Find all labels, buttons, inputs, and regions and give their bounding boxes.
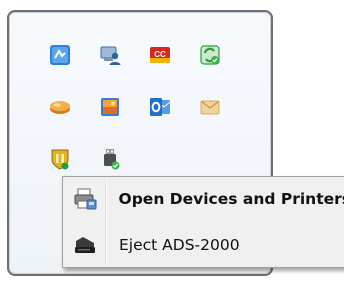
outlook-icon[interactable]	[147, 94, 173, 120]
orange-disk-icon[interactable]	[47, 94, 73, 120]
menu-item-label: Open Devices and Printers	[118, 190, 344, 208]
svg-text:CC: CC	[154, 50, 166, 59]
green-sync-icon[interactable]	[197, 42, 223, 68]
envelope-icon[interactable]	[197, 94, 223, 120]
yellow-shield-icon[interactable]	[47, 146, 73, 172]
usb-device-icon[interactable]	[97, 146, 123, 172]
ccc-red-icon[interactable]: CC	[147, 42, 173, 68]
menu-item-label: Eject ADS-2000	[119, 236, 240, 254]
device-context-menu: Open Devices and Printers Eject ADS-2000	[62, 176, 344, 268]
devices-printers-icon	[65, 181, 105, 217]
blue-app-icon[interactable]	[47, 42, 73, 68]
screenshot-stage: CC Open Devices and Printers Eject ADS-2…	[0, 0, 344, 284]
menu-item-eject-ads-2000[interactable]: Eject ADS-2000	[65, 227, 344, 263]
menu-item-open-devices-and-printers[interactable]: Open Devices and Printers	[65, 181, 344, 217]
picture-frame-icon[interactable]	[97, 94, 123, 120]
network-user-icon[interactable]	[97, 42, 123, 68]
scanner-icon	[65, 227, 105, 263]
tray-icon-grid: CC	[47, 42, 247, 192]
